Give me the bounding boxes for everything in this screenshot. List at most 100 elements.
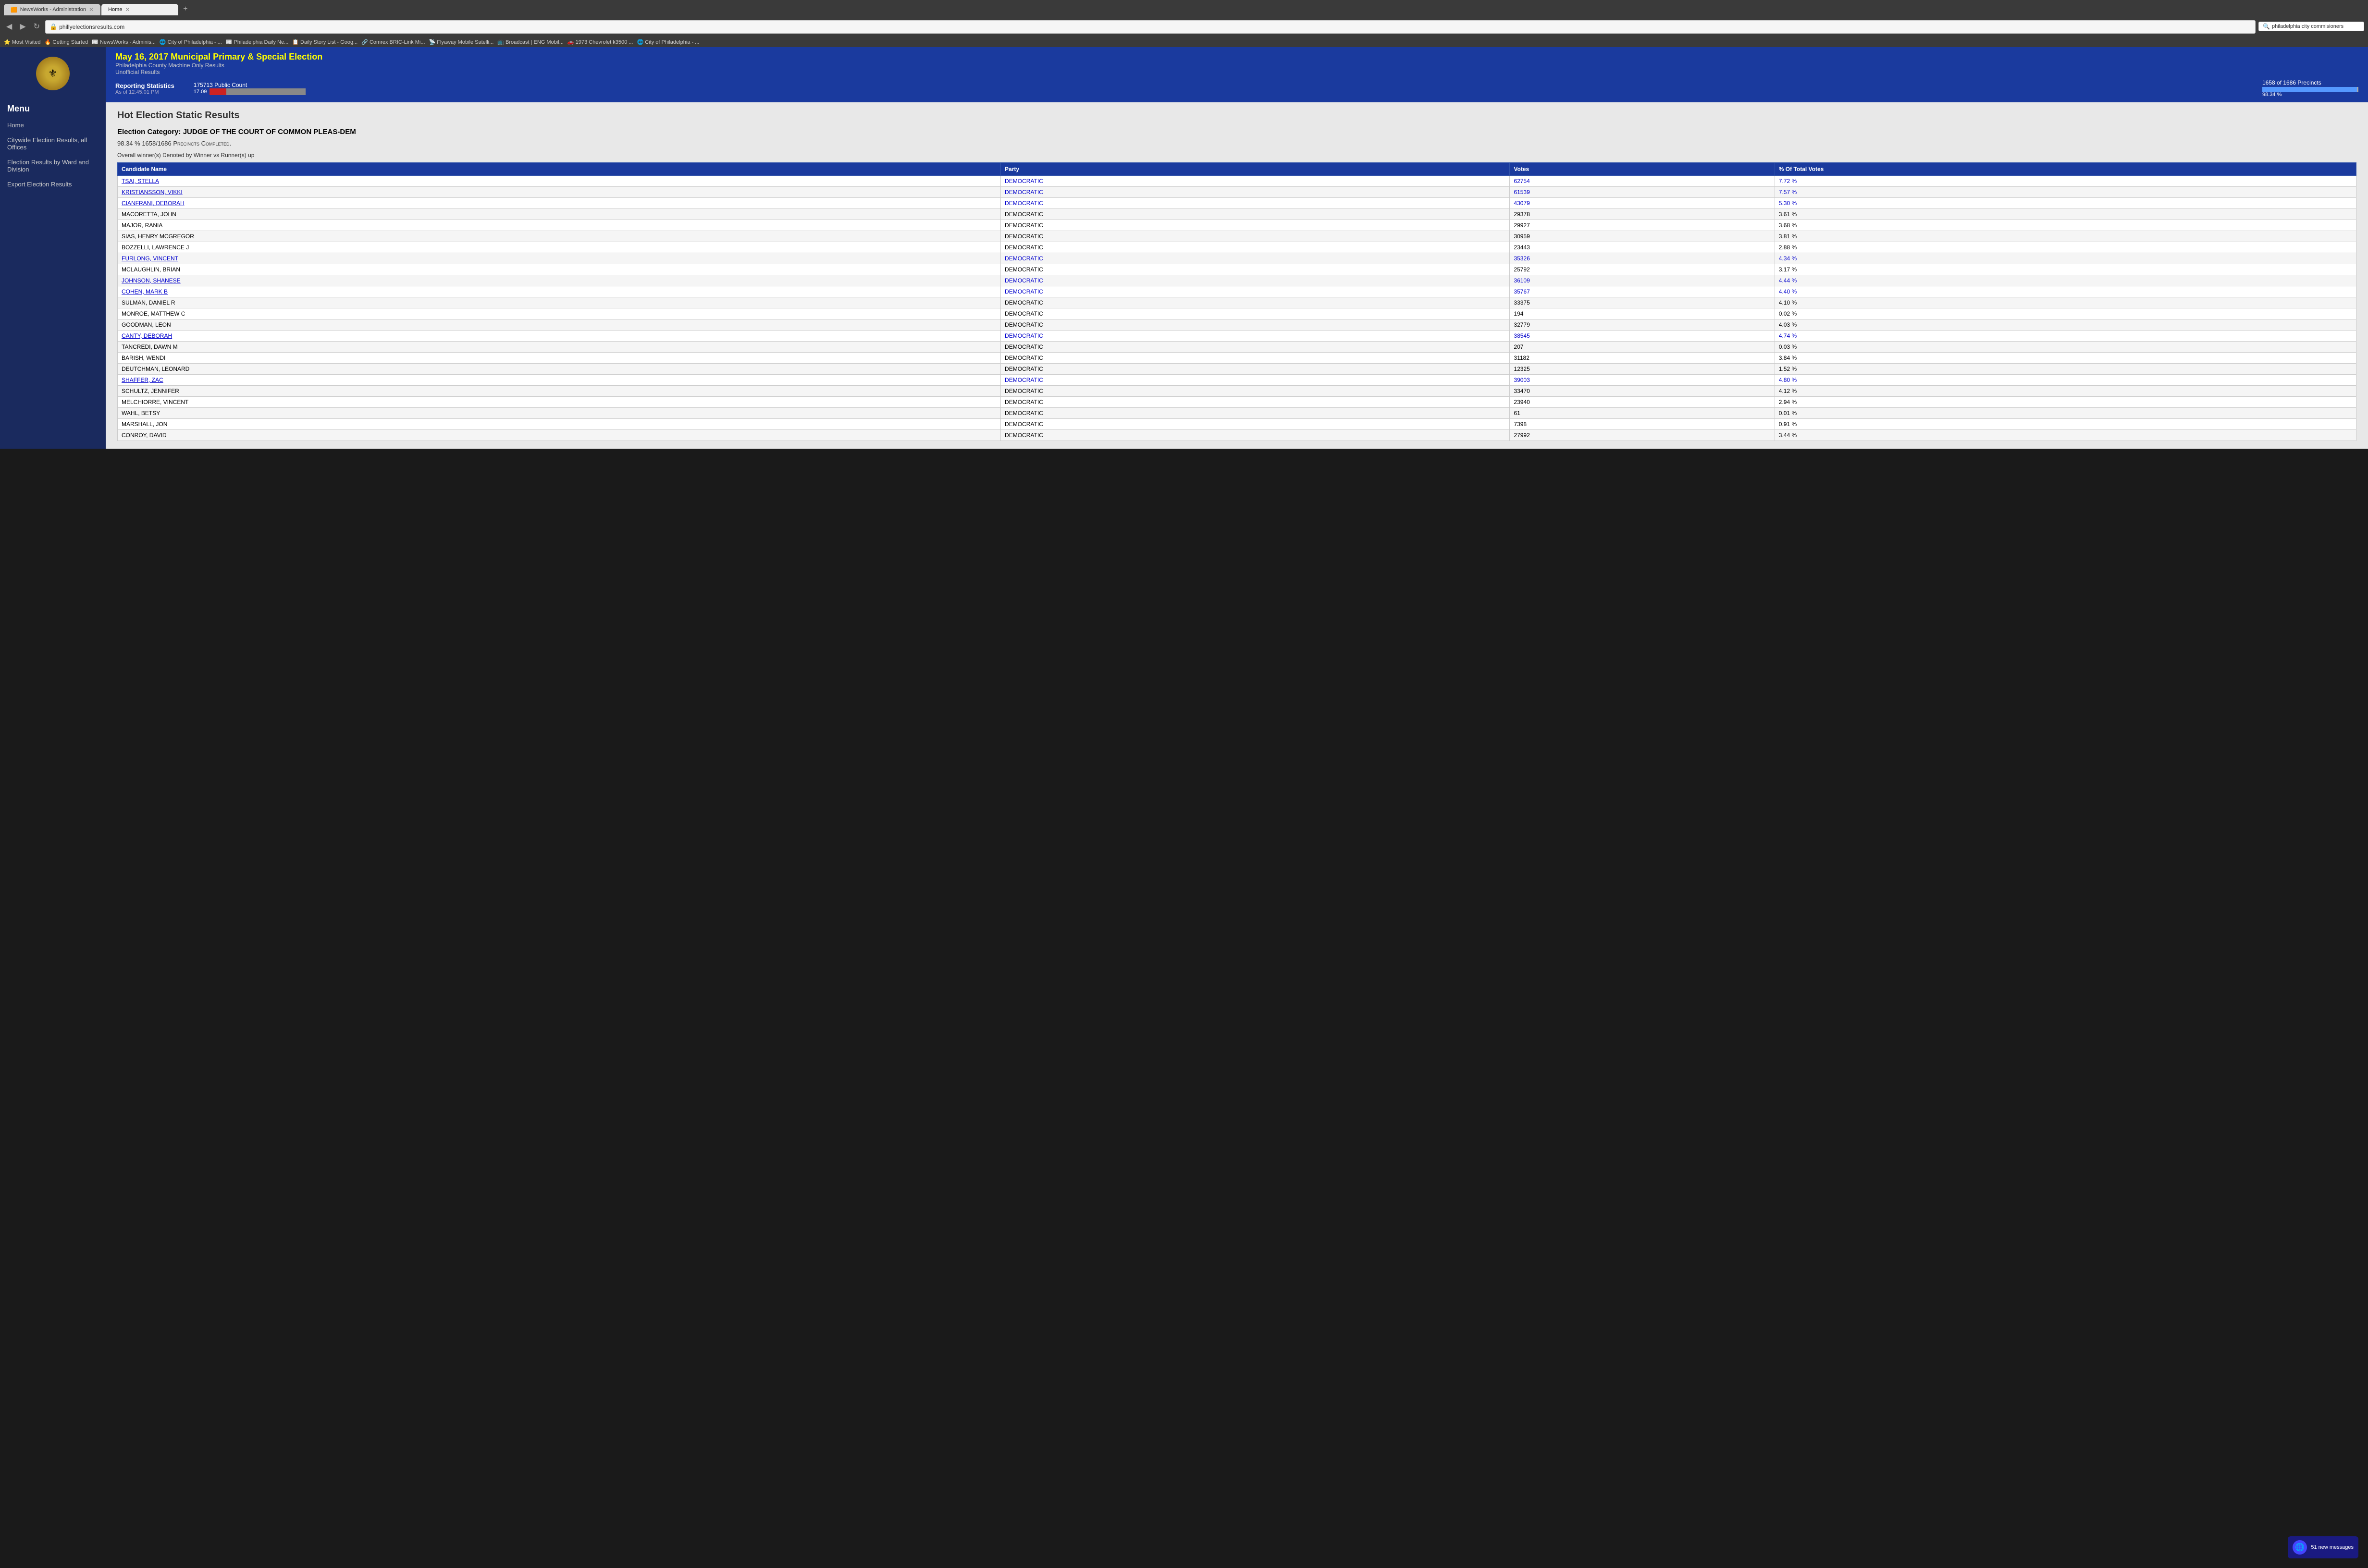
candidate-votes: 36109 xyxy=(1510,275,1775,286)
bookmarks-bar: ⭐ Most Visited 🔥 Getting Started 📰 NewsW… xyxy=(4,37,2364,47)
candidate-pct: 0.91 % xyxy=(1775,419,2356,430)
candidate-votes: 33375 xyxy=(1510,297,1775,308)
tab-home[interactable]: Home ✕ xyxy=(101,4,178,15)
candidate-link[interactable]: COHEN, MARK B xyxy=(122,288,168,295)
candidate-party: DEMOCRATIC xyxy=(1001,275,1510,286)
candidate-votes: 27992 xyxy=(1510,430,1775,441)
candidate-link[interactable]: JOHNSON, SHANESE xyxy=(122,277,181,284)
bookmark-chevrolet[interactable]: 🚗 1973 Chevrolet k3500 ... xyxy=(567,39,633,45)
content-area: May 16, 2017 Municipal Primary & Special… xyxy=(106,47,2368,449)
tab-newsworks[interactable]: 🟧 NewsWorks - Administration ✕ xyxy=(4,4,100,15)
candidate-pct: 7.57 % xyxy=(1775,187,2356,198)
votes-link[interactable]: 36109 xyxy=(1514,277,1529,284)
votes-link[interactable]: 39003 xyxy=(1514,377,1529,383)
table-header-row: Candidate Name Party Votes % Of Total Vo… xyxy=(118,163,2356,176)
party-link[interactable]: DEMOCRATIC xyxy=(1005,200,1043,207)
refresh-button[interactable]: ↻ xyxy=(31,21,42,32)
candidate-name[interactable]: COHEN, MARK B xyxy=(118,286,1001,297)
candidate-link[interactable]: CIANFRANI, DEBORAH xyxy=(122,200,185,207)
table-row: MONROE, MATTHEW CDEMOCRATIC1940.02 % xyxy=(118,308,2356,319)
candidate-name[interactable]: CIANFRANI, DEBORAH xyxy=(118,198,1001,209)
candidate-party: DEMOCRATIC xyxy=(1001,231,1510,242)
candidate-pct: 4.10 % xyxy=(1775,297,2356,308)
candidate-link[interactable]: CANTY, DEBORAH xyxy=(122,332,172,339)
candidate-votes: 35326 xyxy=(1510,253,1775,264)
address-bar[interactable]: 🔒 phillyelectionsresults.com xyxy=(45,20,2256,34)
notification-badge[interactable]: 🌐 51 new messages xyxy=(2288,1536,2358,1558)
party-link[interactable]: DEMOCRATIC xyxy=(1005,377,1043,383)
bookmark-flyaway[interactable]: 📡 Flyaway Mobile Satelli... xyxy=(429,39,494,45)
forward-button[interactable]: ▶ xyxy=(17,21,28,32)
candidate-name[interactable]: JOHNSON, SHANESE xyxy=(118,275,1001,286)
candidate-pct: 1.52 % xyxy=(1775,364,2356,375)
precincts-completed: 98.34 % 1658/1686 Precincts Completed. xyxy=(117,140,2356,147)
candidate-pct: 5.30 % xyxy=(1775,198,2356,209)
public-count-bar xyxy=(210,88,306,95)
candidate-pct: 4.12 % xyxy=(1775,386,2356,397)
election-sub1: Philadelphia County Machine Only Results xyxy=(115,62,2358,69)
sidebar-item-citywide[interactable]: Citywide Election Results, all Offices xyxy=(0,133,106,155)
pct-link[interactable]: 5.30 % xyxy=(1779,200,1797,207)
results-table: Candidate Name Party Votes % Of Total Vo… xyxy=(117,162,2356,441)
tab-newsworks-close[interactable]: ✕ xyxy=(89,6,94,13)
party-link[interactable]: DEMOCRATIC xyxy=(1005,288,1043,295)
bookmark-newsworks[interactable]: 📰 NewsWorks - Adminis... xyxy=(92,39,156,45)
new-tab-button[interactable]: + xyxy=(179,3,191,15)
votes-link[interactable]: 35767 xyxy=(1514,288,1529,295)
public-count-fill xyxy=(210,88,226,95)
candidate-link[interactable]: KRISTIANSSON, VIKKI xyxy=(122,189,183,196)
tab-newsworks-label: NewsWorks - Administration xyxy=(20,7,86,12)
party-link[interactable]: DEMOCRATIC xyxy=(1005,178,1043,184)
party-link[interactable]: DEMOCRATIC xyxy=(1005,277,1043,284)
candidate-name[interactable]: SHAFFER, ZAC xyxy=(118,375,1001,386)
party-link[interactable]: DEMOCRATIC xyxy=(1005,255,1043,262)
candidate-pct: 4.03 % xyxy=(1775,319,2356,331)
table-row: SHAFFER, ZAC DEMOCRATIC 39003 4.80 % xyxy=(118,375,2356,386)
candidate-link[interactable]: FURLONG, VINCENT xyxy=(122,255,178,262)
sidebar-item-home[interactable]: Home xyxy=(0,118,106,133)
table-row: MARSHALL, JONDEMOCRATIC73980.91 % xyxy=(118,419,2356,430)
candidate-link[interactable]: TSAI, STELLA xyxy=(122,178,159,184)
sidebar-item-ward-division[interactable]: Election Results by Ward and Division xyxy=(0,155,106,177)
candidate-party: DEMOCRATIC xyxy=(1001,209,1510,220)
pct-link[interactable]: 4.74 % xyxy=(1779,332,1797,339)
pct-link[interactable]: 7.57 % xyxy=(1779,189,1797,196)
bookmark-daily-story[interactable]: 📋 Daily Story List - Goog... xyxy=(292,39,358,45)
browser-chrome: 🟧 NewsWorks - Administration ✕ Home ✕ + … xyxy=(0,0,2368,47)
votes-link[interactable]: 43079 xyxy=(1514,200,1529,207)
bookmark-philly-daily[interactable]: 📰 Philadelphia Daily Ne... xyxy=(226,39,288,45)
table-row: CONROY, DAVIDDEMOCRATIC279923.44 % xyxy=(118,430,2356,441)
candidate-party: DEMOCRATIC xyxy=(1001,408,1510,419)
candidate-name[interactable]: TSAI, STELLA xyxy=(118,176,1001,187)
candidate-name[interactable]: KRISTIANSSON, VIKKI xyxy=(118,187,1001,198)
votes-link[interactable]: 62754 xyxy=(1514,178,1529,184)
precincts-bar xyxy=(2262,87,2358,92)
pct-link[interactable]: 4.34 % xyxy=(1779,255,1797,262)
bookmark-city-philly[interactable]: 🌐 City of Philadelphia - ... xyxy=(160,39,222,45)
votes-link[interactable]: 35326 xyxy=(1514,255,1529,262)
votes-link[interactable]: 38545 xyxy=(1514,332,1529,339)
party-link[interactable]: DEMOCRATIC xyxy=(1005,332,1043,339)
back-button[interactable]: ◀ xyxy=(4,21,14,32)
tab-newsworks-icon: 🟧 xyxy=(11,7,17,13)
pct-link[interactable]: 4.44 % xyxy=(1779,277,1797,284)
precincts-pct: 98.34 % xyxy=(2262,92,2358,98)
pct-link[interactable]: 4.40 % xyxy=(1779,288,1797,295)
candidate-name[interactable]: FURLONG, VINCENT xyxy=(118,253,1001,264)
bookmark-most-visited[interactable]: ⭐ Most Visited xyxy=(4,39,40,45)
candidate-link[interactable]: SHAFFER, ZAC xyxy=(122,377,163,383)
pct-link[interactable]: 4.80 % xyxy=(1779,377,1797,383)
bookmark-comrex[interactable]: 🔗 Comrex BRIC-Link Mi... xyxy=(361,39,425,45)
votes-link[interactable]: 61539 xyxy=(1514,189,1529,196)
candidate-party: DEMOCRATIC xyxy=(1001,253,1510,264)
sidebar-item-export[interactable]: Export Election Results xyxy=(0,177,106,192)
bookmark-getting-started[interactable]: 🔥 Getting Started xyxy=(44,39,88,45)
bookmark-broadcast[interactable]: 📺 Broadcast | ENG Mobil... xyxy=(497,39,564,45)
reporting-label-group: Reporting Statistics As of 12:45:01 PM xyxy=(115,82,174,95)
tab-home-close[interactable]: ✕ xyxy=(125,6,130,13)
pct-link[interactable]: 7.72 % xyxy=(1779,178,1797,184)
search-bar[interactable]: 🔍 philadelphia city commisioners xyxy=(2258,22,2364,31)
party-link[interactable]: DEMOCRATIC xyxy=(1005,189,1043,196)
candidate-name[interactable]: CANTY, DEBORAH xyxy=(118,331,1001,342)
bookmark-city-philly2[interactable]: 🌐 City of Philadelphia - ... xyxy=(637,39,699,45)
